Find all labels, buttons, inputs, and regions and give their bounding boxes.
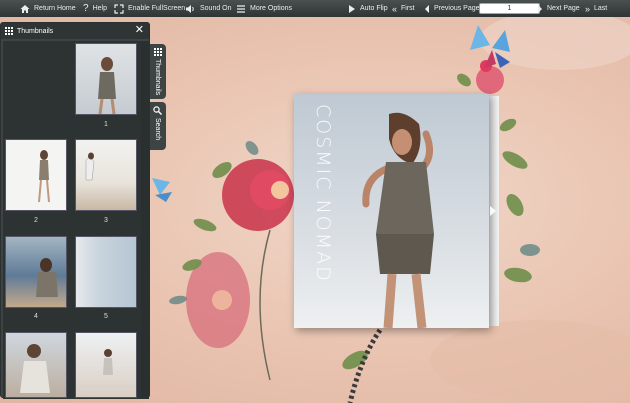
home-icon xyxy=(20,4,30,13)
grid-icon xyxy=(154,48,162,56)
thumbnail-page-1[interactable] xyxy=(75,43,137,115)
fullscreen-button[interactable]: Enable FullScreen xyxy=(114,0,185,17)
first-page-button[interactable]: « First xyxy=(392,0,415,17)
search-icon xyxy=(153,106,162,115)
more-options-button[interactable]: More Options xyxy=(236,0,292,17)
thumbnail-label-4: 4 xyxy=(34,313,38,320)
thumbnail-photo xyxy=(36,258,58,297)
thumbnail-page-7[interactable] xyxy=(75,332,137,398)
next-page-button[interactable]: Next Page xyxy=(537,0,580,17)
thumbnail-page-3[interactable] xyxy=(75,139,137,211)
double-chevron-right-icon: » xyxy=(585,3,591,14)
previous-page-button[interactable]: Previous Page xyxy=(424,0,480,17)
thumbnail-scrollbar[interactable] xyxy=(141,41,149,399)
grid-icon xyxy=(5,27,13,35)
thumbnails-panel: Thumbnails ✕ 1 2 3 4 5 xyxy=(0,22,150,399)
thumbnail-list: 1 2 3 4 5 xyxy=(3,41,141,399)
arrow-left-icon xyxy=(425,4,429,13)
arrow-right-icon xyxy=(538,4,542,13)
auto-flip-button[interactable]: Auto Flip xyxy=(348,0,388,17)
thumbnail-photo xyxy=(103,349,113,375)
tab-thumbnails[interactable]: Thumbnails xyxy=(150,44,166,99)
close-icon[interactable]: ✕ xyxy=(135,25,144,36)
help-icon: ? xyxy=(83,3,89,14)
thumbnail-photo xyxy=(20,344,50,393)
thumbnail-page-6[interactable] xyxy=(5,332,67,398)
butterfly-left xyxy=(152,178,172,202)
double-chevron-left-icon: « xyxy=(392,3,398,14)
help-button[interactable]: ? Help xyxy=(83,0,107,17)
thumbnail-page-4[interactable] xyxy=(5,236,67,308)
tab-search[interactable]: Search xyxy=(150,102,166,150)
thumbnail-photo xyxy=(85,152,95,181)
speaker-icon xyxy=(186,4,194,13)
thumbnail-label-5: 5 xyxy=(104,313,108,320)
thumbnail-page-5[interactable] xyxy=(75,236,137,308)
play-icon xyxy=(349,4,355,13)
book-cover[interactable]: COSMIC NOMAD xyxy=(294,94,489,328)
panel-header: Thumbnails xyxy=(1,23,149,39)
page-number-input[interactable]: 1 xyxy=(479,3,540,14)
thumbnail-label-2: 2 xyxy=(34,217,38,224)
page-turn-arrow-icon[interactable] xyxy=(488,204,498,218)
last-page-button[interactable]: » Last xyxy=(585,0,607,17)
thumbnail-photo xyxy=(38,150,50,203)
fullscreen-icon xyxy=(114,3,124,14)
thumbnail-page-2[interactable] xyxy=(5,139,67,211)
sound-button[interactable]: Sound On xyxy=(185,0,232,17)
panel-title: Thumbnails xyxy=(17,27,54,35)
cover-title: COSMIC NOMAD xyxy=(312,104,334,283)
thumbnail-photo xyxy=(98,57,116,115)
thumbnail-label-3: 3 xyxy=(104,217,108,224)
pink-flower-top xyxy=(222,159,294,231)
options-icon xyxy=(237,4,245,13)
toolbar: Return Home ? Help Enable FullScreen Sou… xyxy=(0,0,630,17)
return-home-button[interactable]: Return Home xyxy=(20,0,76,17)
thumbnail-label-1: 1 xyxy=(104,121,108,128)
